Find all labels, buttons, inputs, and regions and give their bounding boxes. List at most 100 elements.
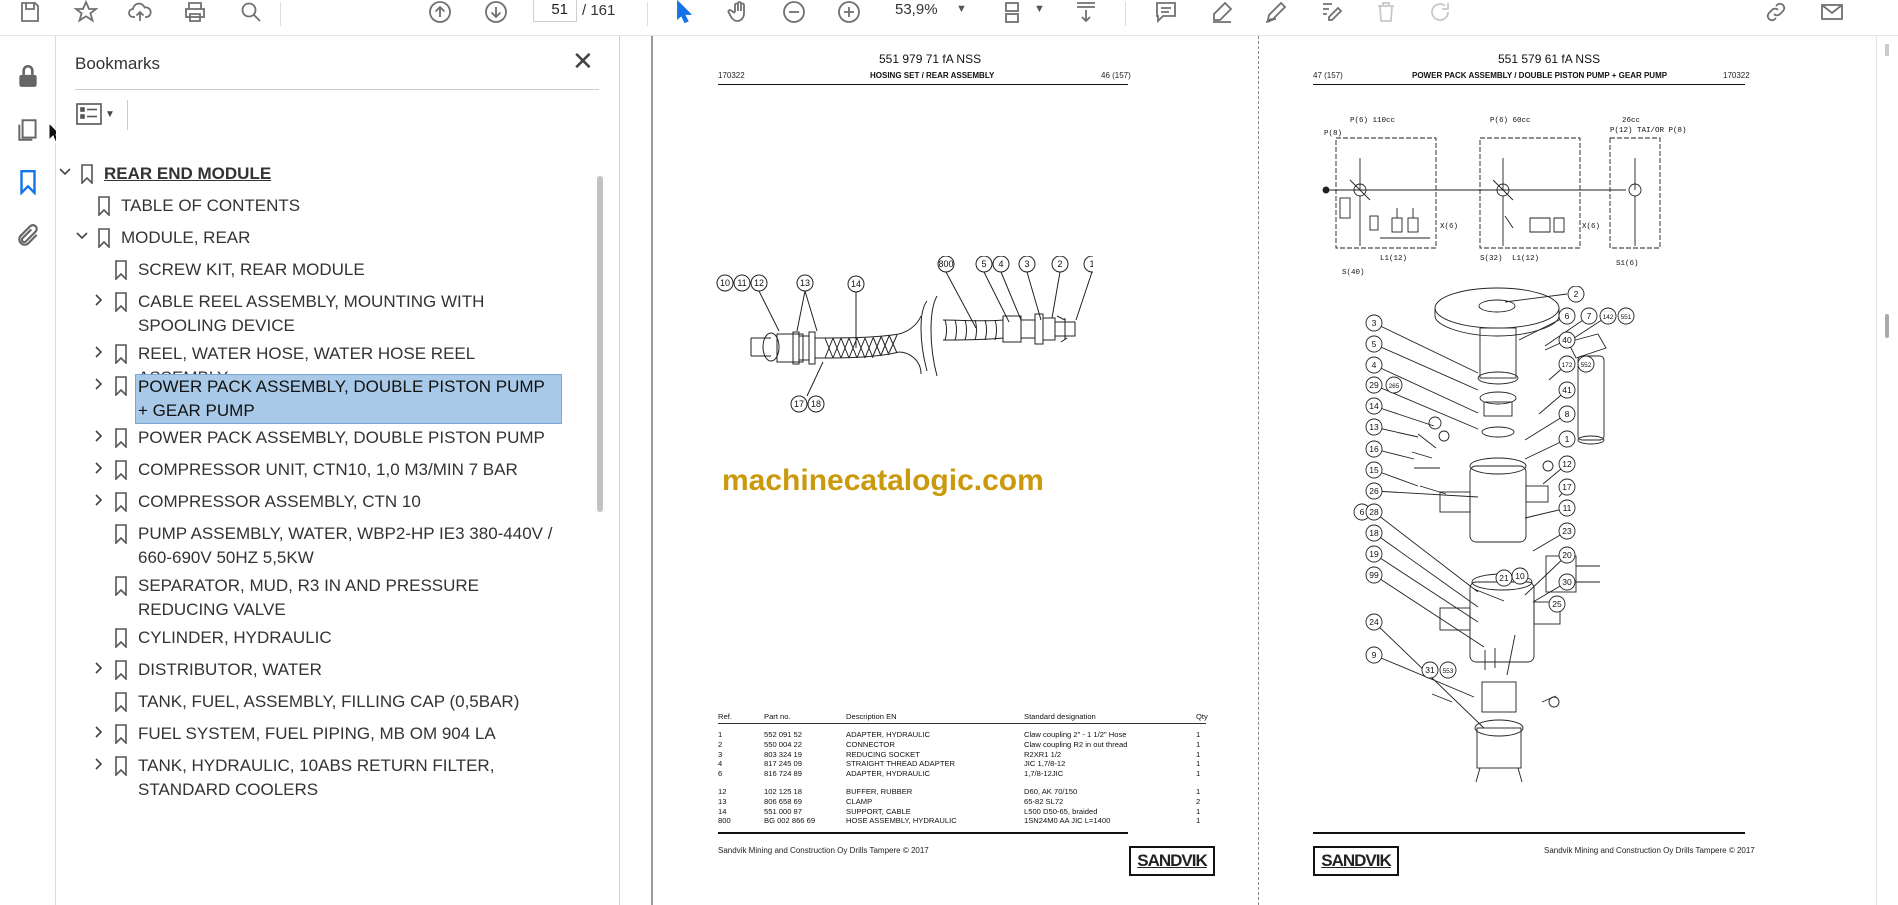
table-header-row: Ref. Part no. Description EN Standard de… (718, 712, 1208, 724)
chevron-right-icon[interactable] (92, 377, 108, 393)
edit-icon[interactable] (1317, 0, 1345, 24)
bookmark-icon[interactable] (12, 166, 44, 198)
comment-icon[interactable] (1152, 0, 1180, 24)
table-cell: 1 (1196, 769, 1201, 779)
chevron-right-icon[interactable] (92, 293, 108, 309)
table-row: 14 551 000 87 SUPPORT, CABLE L500 D50-65, b… (718, 807, 1206, 817)
bookmark-item[interactable]: REEL, WATER HOSE, WATER HOSE REEL ASSEMB… (56, 342, 596, 387)
scroll-mode-icon[interactable] (1072, 0, 1100, 24)
bookmark-flag-icon (114, 524, 128, 545)
sandvik-logo: SANDVIK (1313, 846, 1399, 876)
table-cell: 6 (718, 769, 723, 779)
highlight-icon[interactable] (1208, 0, 1236, 24)
document-scrollbar[interactable] (1876, 36, 1898, 905)
date-code: 170322 (1723, 71, 1750, 80)
chevron-down-icon[interactable] (75, 229, 91, 245)
search-icon[interactable] (237, 0, 265, 24)
table-cell: 4 (718, 759, 723, 769)
balloon-label: 28 (1369, 507, 1379, 517)
bookmark-item[interactable]: FUEL SYSTEM, FUEL PIPING, MB OM 904 LA (56, 722, 596, 754)
balloon-label: 2 (1574, 289, 1579, 299)
bookmark-item[interactable]: MODULE, REAR (56, 226, 596, 258)
mail-icon[interactable] (1818, 0, 1846, 24)
bookmark-item[interactable]: PUMP ASSEMBLY, WATER, WBP2-HP IE3 380-44… (56, 522, 596, 574)
balloon-label: 9 (1372, 650, 1377, 660)
page-title: POWER PACK ASSEMBLY / DOUBLE PISTON PUMP… (1412, 71, 1668, 80)
pages-icon[interactable] (12, 114, 44, 146)
bookmark-item[interactable]: POWER PACK ASSEMBLY, DOUBLE PISTON PUMP (56, 426, 596, 458)
bookmark-item[interactable]: COMPRESSOR ASSEMBLY, CTN 10 (56, 490, 596, 522)
lock-icon[interactable] (12, 60, 44, 92)
chevron-down-icon[interactable]: ▼ (1034, 3, 1045, 15)
chevron-right-icon[interactable] (92, 725, 108, 741)
zoom-out-icon[interactable] (780, 0, 808, 24)
balloon-label: 552 (1581, 362, 1592, 369)
panel-scrollbar-thumb[interactable] (597, 176, 603, 512)
chevron-right-icon[interactable] (92, 493, 108, 509)
redo-icon[interactable] (1426, 0, 1454, 24)
bookmark-flag-icon (114, 344, 128, 365)
chevron-right-icon[interactable] (92, 345, 108, 361)
balloon-label: 142 (1603, 314, 1614, 321)
bookmark-label: TABLE OF CONTENTS (121, 196, 301, 215)
bookmark-item[interactable]: SEPARATOR, MUD, R3 IN AND PRESSURE REDUC… (56, 574, 596, 626)
balloon-label: 5 (1372, 339, 1377, 349)
star-icon[interactable] (72, 0, 100, 24)
bookmark-item[interactable]: CYLINDER, HYDRAULIC (56, 626, 596, 658)
balloon-label: 18 (811, 399, 821, 409)
select-cursor-icon[interactable] (670, 0, 698, 24)
table-row: 4 817 245 09 STRAIGHT THREAD ADAPTER JIC 1,… (718, 759, 1206, 769)
bookmark-item[interactable]: POWER PACK ASSEMBLY, DOUBLE PISTON PUMP … (56, 374, 596, 426)
table-cell: 1 (1196, 786, 1201, 796)
chevron-right-icon[interactable] (92, 429, 108, 445)
delete-icon[interactable] (1372, 0, 1400, 24)
hosing-diagram: 10 11 12 13 14 800 5 4 3 2 1 17 18 (716, 256, 1093, 413)
table-cell: 806 658 69 (764, 796, 803, 806)
table-cell: 1 (1196, 739, 1201, 749)
page-fit-icon[interactable] (1000, 0, 1028, 24)
balloon-label: 172 (1562, 362, 1573, 369)
share-link-icon[interactable] (1762, 0, 1790, 24)
chevron-down-icon[interactable] (58, 165, 74, 181)
bookmark-item[interactable]: REAR END MODULE (56, 162, 596, 194)
chevron-down-icon[interactable]: ▼ (956, 3, 967, 15)
bookmark-item[interactable]: CABLE REEL ASSEMBLY, MOUNTING WITH SPOOL… (56, 290, 596, 342)
zoom-in-icon[interactable] (835, 0, 863, 24)
page-up-icon[interactable] (426, 0, 454, 24)
print-icon[interactable] (181, 0, 209, 24)
table-cell: 551 000 87 (764, 806, 803, 816)
bookmark-item[interactable]: DISTRIBUTOR, WATER (56, 658, 596, 690)
balloon-label: 41 (1562, 385, 1572, 395)
bookmark-item[interactable]: SCREW KIT, REAR MODULE (56, 258, 596, 290)
bookmark-item[interactable]: COMPRESSOR UNIT, CTN10, 1,0 M3/MIN 7 BAR (56, 458, 596, 490)
chevron-right-icon[interactable] (92, 661, 108, 677)
attachment-icon[interactable] (12, 220, 44, 252)
table-row: 3 803 324 19 REDUCING SOCKET R2XR1 1/2 1 (718, 750, 1206, 760)
table-cell: ADAPTER, HYDRAULIC (846, 730, 930, 739)
draw-icon[interactable] (1262, 0, 1290, 24)
hand-icon[interactable] (725, 0, 753, 24)
bookmark-item[interactable]: TANK, FUEL, ASSEMBLY, FILLING CAP (0,5BA… (56, 690, 596, 722)
balloon-label: 6 (1565, 311, 1570, 321)
close-icon[interactable]: ✕ (572, 48, 594, 74)
table-cell: 1 (1196, 806, 1201, 816)
table-cell: L500 D50-65, braided (1024, 806, 1098, 816)
bookmark-label: REAR END MODULE (104, 164, 272, 183)
chevron-right-icon[interactable] (92, 461, 108, 477)
chevron-right-icon[interactable] (92, 757, 108, 773)
bookmark-item[interactable]: TANK, HYDRAULIC, 10ABS RETURN FILTER, ST… (56, 754, 596, 806)
balloon-label: 31 (1425, 665, 1435, 675)
document-number: 551 979 71 fA NSS (879, 52, 982, 66)
upload-icon[interactable] (126, 0, 154, 24)
bookmark-item[interactable]: TABLE OF CONTENTS (56, 194, 596, 226)
page-down-icon[interactable] (482, 0, 510, 24)
table-row: 1 552 091 52 ADAPTER, HYDRAULIC Claw coupli… (718, 730, 1206, 740)
scrollbar-thumb[interactable] (1885, 314, 1889, 338)
balloon-label: 15 (1369, 465, 1379, 475)
bookmark-label: TANK, FUEL, ASSEMBLY, FILLING CAP (0,5BA… (138, 692, 520, 711)
bookmark-flag-icon (97, 228, 111, 249)
bookmark-options-button[interactable]: ▼ (76, 100, 122, 128)
save-icon[interactable] (16, 0, 44, 24)
page-number-input[interactable]: 51 (533, 0, 577, 22)
page-reference: 47 (157) (1313, 71, 1343, 80)
